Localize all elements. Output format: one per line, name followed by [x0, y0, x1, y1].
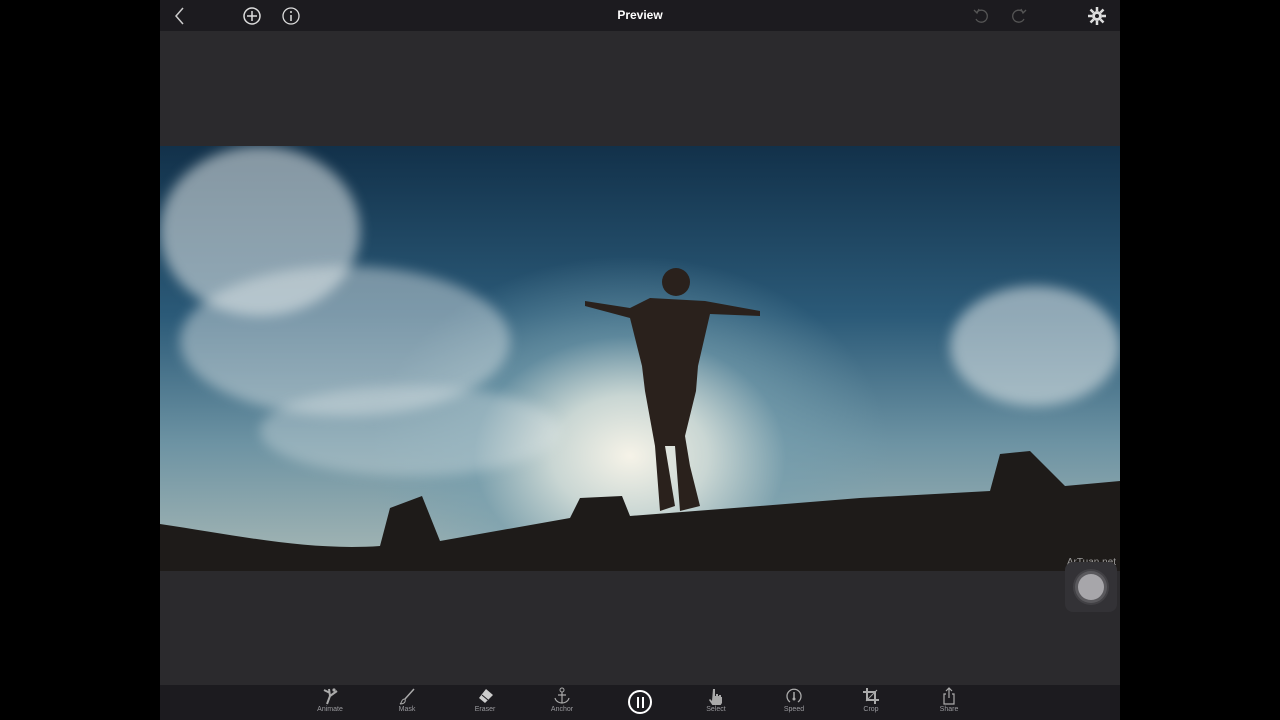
silhouette-scene [160, 268, 1120, 571]
eraser-icon [479, 689, 493, 703]
tool-share[interactable]: Share [924, 687, 974, 713]
tool-label: Eraser [474, 706, 496, 713]
tool-label: Speed [783, 706, 805, 713]
tool-eraser[interactable]: Eraser [460, 687, 510, 713]
tool-label: Crop [863, 706, 879, 713]
tool-anchor[interactable]: Anchor [537, 687, 587, 713]
pause-button[interactable] [628, 690, 652, 714]
tool-label: Select [706, 706, 726, 713]
settings-button[interactable] [1086, 5, 1108, 27]
tool-label: Animate [317, 706, 343, 713]
undo-icon [973, 8, 988, 23]
app-window: Preview ArTuan.net Animate Mask Eraser A… [160, 0, 1120, 720]
crop-icon [863, 688, 879, 704]
tool-label: Anchor [550, 706, 574, 713]
bottom-toolbar: Animate Mask Eraser Anchor Select Speed … [160, 685, 1120, 720]
tool-mask[interactable]: Mask [382, 687, 432, 713]
speedometer-icon [786, 688, 802, 703]
settings-icon [1088, 7, 1106, 25]
brush-icon [399, 688, 415, 705]
undo-button[interactable] [970, 5, 992, 27]
record-icon [1078, 574, 1104, 600]
top-bar: Preview [160, 0, 1120, 31]
dancer-icon [323, 688, 338, 705]
redo-button[interactable] [1008, 5, 1030, 27]
tool-animate[interactable]: Animate [305, 687, 355, 713]
tool-label: Mask [398, 706, 416, 713]
preview-photo[interactable]: ArTuan.net [160, 146, 1120, 571]
jumping-child [585, 268, 760, 511]
pause-icon [636, 696, 639, 708]
hand-icon [709, 689, 722, 705]
tool-crop[interactable]: Crop [846, 687, 896, 713]
tool-label: Share [939, 706, 959, 713]
share-icon [943, 687, 955, 705]
tool-speed[interactable]: Speed [769, 687, 819, 713]
tool-select[interactable]: Select [691, 687, 741, 713]
anchor-icon [554, 687, 570, 704]
record-button[interactable] [1065, 562, 1117, 612]
redo-icon [1012, 8, 1027, 23]
